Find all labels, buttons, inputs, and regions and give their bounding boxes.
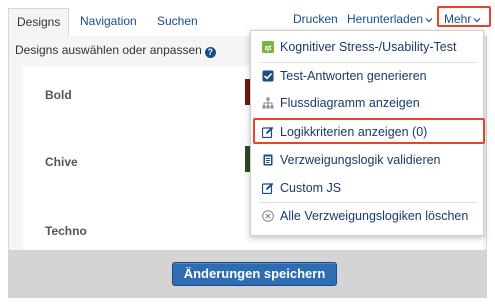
tab-suchen[interactable]: Suchen — [149, 8, 206, 35]
tab-navigation[interactable]: Navigation — [72, 8, 145, 35]
download-label: Herunterladen — [347, 12, 424, 26]
qt-badge-icon: qt — [262, 41, 274, 53]
design-item-techno[interactable]: Techno — [45, 224, 87, 238]
sitemap-icon — [262, 97, 274, 109]
svg-text:qt: qt — [265, 45, 272, 52]
footer-bar: Änderungen speichern — [8, 250, 487, 298]
menu-item-delete-all-branch-logic[interactable]: Alle Verzweigungslogiken löschen — [251, 204, 483, 228]
tab-designs[interactable]: Designs — [8, 8, 69, 37]
menu-item-custom-js[interactable]: Custom JS — [251, 176, 483, 200]
panel-subtitle-text: Designs auswählen oder anpassen — [15, 43, 202, 57]
edit-icon — [262, 182, 274, 194]
menu-item-validate-branch-logic[interactable]: Verzweigungslogik validieren — [251, 148, 483, 172]
checkbox-icon — [262, 70, 274, 82]
save-changes-button[interactable]: Änderungen speichern — [172, 262, 337, 286]
menu-item-label: Test-Antworten generieren — [280, 69, 427, 83]
menu-item-label: Custom JS — [280, 181, 342, 195]
menu-item-label: Kognitiver Stress-/Usability-Test — [280, 40, 457, 54]
menu-item-show-flowchart[interactable]: Flussdiagramm anzeigen — [251, 91, 483, 115]
menu-divider — [259, 202, 477, 203]
menu-item-usability-test[interactable]: qt Kognitiver Stress-/Usability-Test — [251, 35, 483, 59]
chevron-down-icon — [425, 17, 433, 23]
menu-item-generate-test-responses[interactable]: Test-Antworten generieren — [251, 64, 483, 88]
clipboard-icon — [263, 154, 273, 166]
panel-subtitle: Designs auswählen oder anpassen? — [15, 43, 216, 58]
help-icon[interactable]: ? — [204, 47, 216, 58]
app-window: Designs Navigation Suchen Drucken Herunt… — [0, 0, 495, 306]
menu-item-label: Verzweigungslogik validieren — [280, 153, 441, 167]
menu-item-label: Flussdiagramm anzeigen — [280, 96, 420, 110]
logic-criteria-highlight-box — [253, 118, 485, 144]
more-highlight-box — [437, 6, 491, 27]
design-item-bold[interactable]: Bold — [45, 88, 72, 102]
menu-item-label: Alle Verzweigungslogiken löschen — [280, 209, 469, 223]
circle-x-icon — [262, 210, 274, 222]
design-item-chive[interactable]: Chive — [45, 155, 78, 169]
menu-divider — [259, 62, 477, 63]
